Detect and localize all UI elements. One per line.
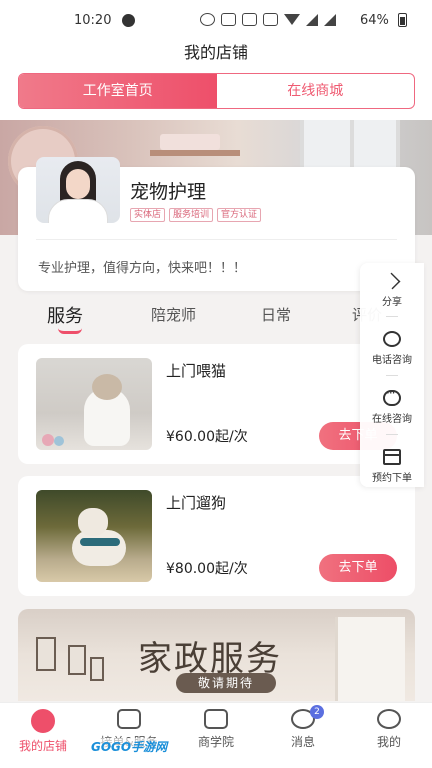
- book-order-button[interactable]: 预约下单: [360, 449, 424, 484]
- signal-off-icon: [324, 13, 336, 26]
- tab-services[interactable]: 服务: [47, 302, 83, 328]
- message-notification-icon: [122, 14, 135, 27]
- nav-business-school[interactable]: 商学院: [173, 709, 259, 750]
- nfc-icon: [221, 13, 236, 26]
- service-title: 上门喂猫: [166, 362, 227, 380]
- nav-my-shop[interactable]: 我的店铺: [0, 709, 86, 754]
- battery-percent: 64%: [360, 13, 389, 28]
- volte-icon: [242, 13, 257, 26]
- calendar-icon: [383, 449, 401, 465]
- vibrate-icon: [263, 13, 278, 26]
- nav-messages[interactable]: 2 消息: [260, 705, 346, 750]
- tab-daily[interactable]: 日常: [261, 304, 291, 325]
- tab-studio-home[interactable]: 工作室首页: [19, 74, 217, 108]
- floating-action-panel: 分享 电话咨询 在线咨询 预约下单: [360, 263, 424, 487]
- wifi-icon: [284, 14, 300, 25]
- housekeeping-promo-banner[interactable]: 家政服务 敬请期待: [18, 609, 415, 701]
- shop-tags: 实体店 服务培训 官方认证: [130, 208, 262, 222]
- banner-shelf: [150, 150, 240, 156]
- bottom-nav: 我的店铺 接单&服务 商学院 2 消息 我的: [0, 702, 432, 768]
- shop-info-card: 宠物护理 实体店 服务培训 官方认证 专业护理，值得方向，快来吧！！！: [18, 157, 415, 291]
- status-icons: [200, 13, 336, 26]
- online-consult-button[interactable]: 在线咨询: [360, 386, 424, 425]
- message-badge: 2: [310, 705, 324, 719]
- share-icon: [383, 272, 401, 290]
- nav-profile[interactable]: 我的: [346, 709, 432, 750]
- tab-indicator: [58, 328, 82, 334]
- tab-online-mall[interactable]: 在线商城: [217, 74, 415, 108]
- share-button[interactable]: 分享: [360, 272, 424, 308]
- service-card-cat-feeding[interactable]: 上门喂猫 ¥60.00起/次 去下单: [18, 344, 415, 464]
- chat-icon: [383, 386, 401, 406]
- store-icon: [31, 709, 55, 733]
- tag-service-training: 服务培训: [169, 208, 214, 222]
- tab-pet-sitters[interactable]: 陪宠师: [151, 304, 196, 325]
- page-title: 我的店铺: [0, 42, 432, 68]
- dog-photo: [36, 490, 152, 582]
- tag-physical-store: 实体店: [130, 208, 166, 222]
- signal-icon: [306, 13, 318, 26]
- chart-icon: [117, 709, 141, 729]
- book-icon: [204, 709, 228, 729]
- divider: [36, 239, 397, 240]
- profile-icon: [377, 709, 401, 729]
- order-button[interactable]: 去下单: [319, 554, 397, 582]
- battery-icon: [398, 13, 407, 27]
- service-card-dog-walking[interactable]: 上门遛狗 ¥80.00起/次 去下单: [18, 476, 415, 596]
- service-price: ¥60.00起/次: [166, 429, 248, 445]
- phone-consult-button[interactable]: 电话咨询: [360, 331, 424, 366]
- shop-avatar[interactable]: [36, 157, 120, 223]
- watermark: GOGO手游网: [88, 738, 171, 755]
- shop-description: 专业护理，值得方向，快来吧！！！: [38, 261, 247, 276]
- tag-official-certified: 官方认证: [217, 208, 262, 222]
- status-bar: 10:20 64%: [0, 0, 432, 42]
- phone-icon: [383, 331, 401, 347]
- cat-photo: [36, 358, 152, 450]
- alarm-icon: [200, 13, 215, 26]
- service-price: ¥80.00起/次: [166, 561, 248, 577]
- top-tabs: 工作室首页 在线商城: [18, 73, 415, 109]
- service-title: 上门遛狗: [166, 494, 227, 512]
- promo-subtitle: 敬请期待: [176, 673, 276, 693]
- status-time: 10:20: [74, 13, 112, 28]
- banner-towel: [160, 134, 220, 150]
- shop-name: 宠物护理: [130, 181, 207, 203]
